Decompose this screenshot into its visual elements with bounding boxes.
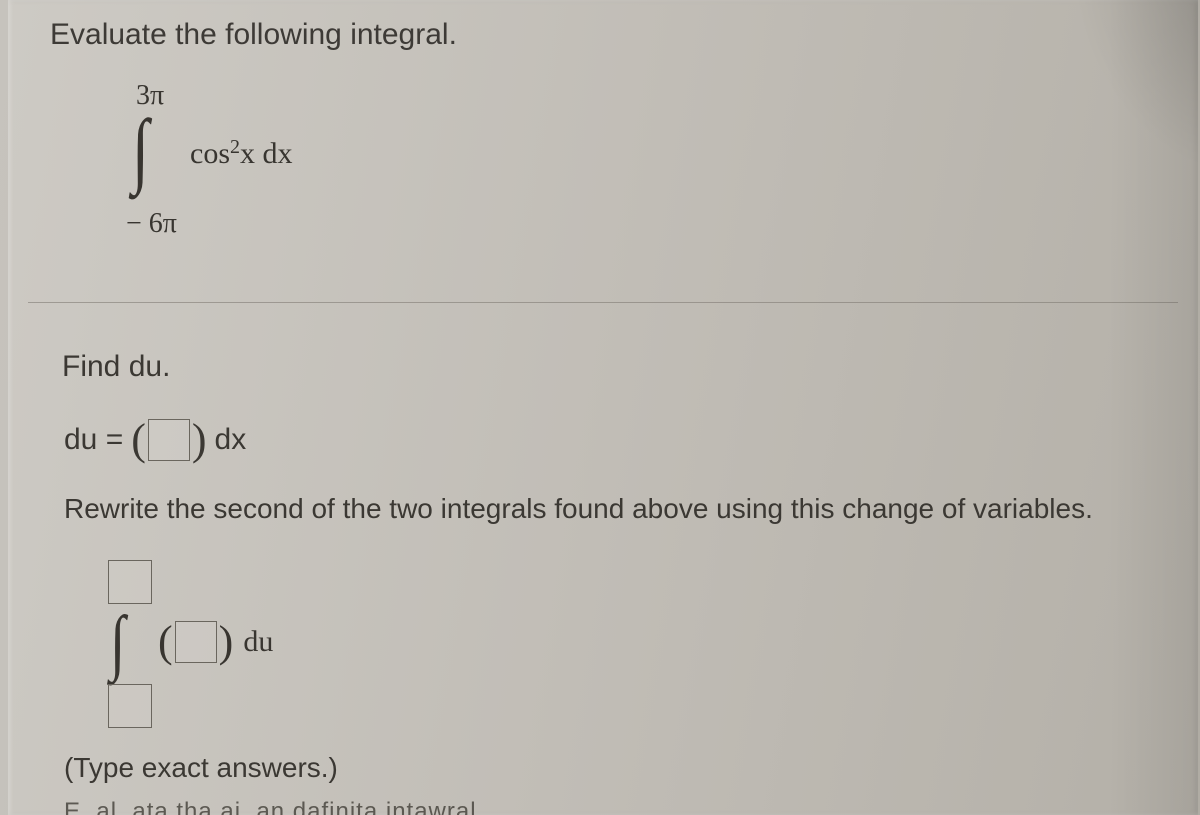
integrand-cos: cos: [190, 137, 230, 170]
rewritten-integral: ∫ ( ) du: [104, 560, 424, 750]
cutoff-text: E..al..ata tha ai..an dafinita intawral: [64, 798, 477, 815]
upper-limit-input[interactable]: [108, 560, 152, 604]
integrand: cos2x dx: [190, 136, 293, 171]
open-paren-icon: (: [131, 418, 146, 462]
open-paren-icon: (: [158, 620, 173, 664]
lower-limit: − 6π: [126, 208, 177, 240]
integrand-row: ( ) du: [158, 620, 273, 664]
definite-integral: 3π ∫ − 6π cos2x dx: [118, 80, 378, 240]
integral-sign-icon: ∫: [110, 606, 125, 679]
lower-limit-input[interactable]: [108, 684, 152, 728]
type-exact-note: (Type exact answers.): [64, 752, 338, 784]
integrand-xdx: x dx: [240, 137, 293, 170]
page-root: Evaluate the following integral. 3π ∫ − …: [0, 0, 1200, 815]
divider: [28, 302, 1178, 303]
close-paren-icon: ): [219, 620, 234, 664]
integral-sign-icon: ∫: [132, 108, 149, 192]
du-equation: du = ( ) dx: [64, 418, 246, 462]
integrand-input[interactable]: [175, 621, 217, 663]
integrand-power: 2: [230, 136, 240, 158]
du-lhs: du =: [64, 423, 123, 457]
page-shade: [1108, 0, 1198, 815]
find-du-heading: Find du.: [62, 350, 170, 384]
integrand-input-group: ( ): [158, 620, 233, 664]
worksheet-sheet: Evaluate the following integral. 3π ∫ − …: [8, 0, 1198, 815]
page-curl-shadow: [1038, 0, 1198, 220]
du-input-group: ( ): [131, 418, 206, 462]
problem-prompt: Evaluate the following integral.: [50, 18, 457, 52]
du-input[interactable]: [148, 419, 190, 461]
rewrite-instruction: Rewrite the second of the two integrals …: [64, 490, 1168, 528]
close-paren-icon: ): [192, 418, 207, 462]
du-label: du: [243, 625, 273, 659]
du-rhs: dx: [215, 423, 247, 457]
